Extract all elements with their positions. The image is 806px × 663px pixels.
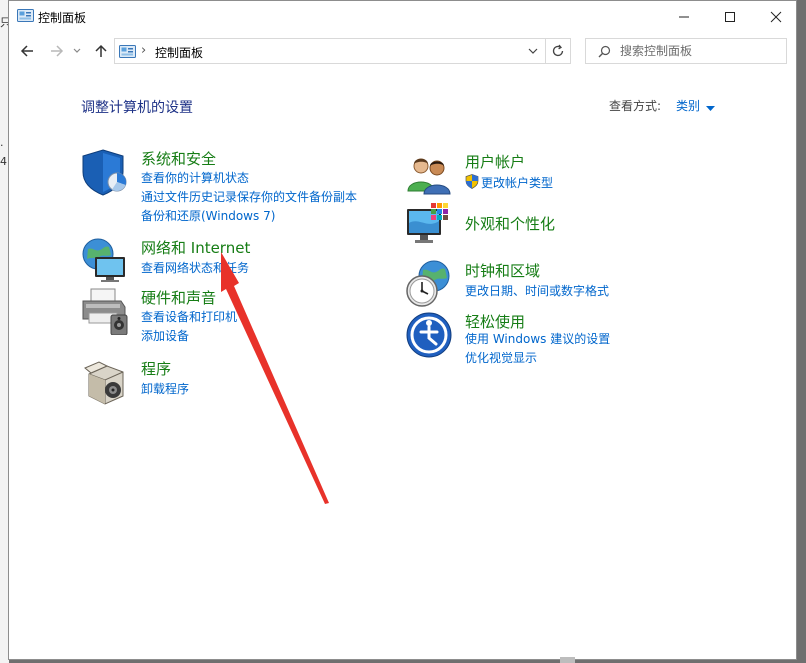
control-panel-icon <box>119 45 136 61</box>
chevron-down-icon <box>73 48 81 53</box>
minimize-button[interactable] <box>661 1 707 32</box>
clock-globe-icon[interactable] <box>405 260 455 310</box>
link-add-device[interactable]: 添加设备 <box>141 327 189 344</box>
shield-icon[interactable] <box>81 148 131 198</box>
chevron-down-icon[interactable] <box>706 101 715 115</box>
page-title: 调整计算机的设置 <box>81 100 193 116</box>
link-change-account-type[interactable]: 更改帐户类型 <box>481 174 553 191</box>
category-appearance: 外观和个性化 <box>405 201 725 253</box>
category-ease-of-access: 轻松使用 使用 Windows 建议的设置 优化视觉显示 <box>405 311 725 371</box>
breadcrumb-control-panel[interactable]: 控制面板 <box>155 44 203 61</box>
navigation-bar: › 控制面板 <box>9 32 796 70</box>
address-dropdown-button[interactable] <box>527 45 539 60</box>
category-hardware-sound: 硬件和声音 查看设备和打印机 添加设备 <box>81 287 401 347</box>
link-backup-restore[interactable]: 备份和还原(Windows 7) <box>141 207 275 224</box>
refresh-button[interactable] <box>545 38 571 64</box>
category-clock-region: 时钟和区域 更改日期、时间或数字格式 <box>405 260 725 307</box>
view-by-label: 查看方式: <box>609 99 662 113</box>
refresh-icon <box>552 44 564 57</box>
link-optimize-visual-display[interactable]: 优化视觉显示 <box>465 349 537 366</box>
category-programs: 程序 卸载程序 <box>81 358 401 405</box>
minimize-icon <box>679 16 689 17</box>
network-internet-title[interactable]: 网络和 Internet <box>141 237 250 258</box>
chevron-down-icon <box>528 48 538 54</box>
maximize-button[interactable] <box>707 1 753 32</box>
link-windows-suggested-settings[interactable]: 使用 Windows 建议的设置 <box>465 330 610 347</box>
hardware-sound-title[interactable]: 硬件和声音 <box>141 287 216 308</box>
back-arrow-icon <box>20 45 33 57</box>
forward-arrow-icon <box>51 45 64 57</box>
title-bar[interactable]: 控制面板 <box>9 1 796 32</box>
ease-of-access-title[interactable]: 轻松使用 <box>465 311 525 332</box>
uac-shield-icon <box>465 174 479 192</box>
view-by-dropdown[interactable]: 类别 <box>676 97 700 114</box>
link-file-history-backup[interactable]: 通过文件历史记录保存你的文件备份副本 <box>141 188 357 205</box>
link-devices-printers[interactable]: 查看设备和打印机 <box>141 308 237 325</box>
control-panel-icon <box>17 9 34 22</box>
recent-locations-button[interactable] <box>71 41 83 61</box>
category-user-accounts: 用户帐户 更改帐户类型 <box>405 151 725 195</box>
window-title: 控制面板 <box>38 11 87 25</box>
back-button[interactable] <box>17 41 37 61</box>
clock-region-title[interactable]: 时钟和区域 <box>465 260 540 281</box>
link-change-date-time-format[interactable]: 更改日期、时间或数字格式 <box>465 282 609 299</box>
link-uninstall-program[interactable]: 卸载程序 <box>141 380 189 397</box>
search-input[interactable] <box>620 42 780 60</box>
breadcrumb-separator-icon[interactable]: › <box>141 43 146 58</box>
close-button[interactable] <box>753 1 799 32</box>
address-bar[interactable]: › 控制面板 <box>114 38 546 64</box>
user-accounts-title[interactable]: 用户帐户 <box>465 151 525 172</box>
users-icon[interactable] <box>405 151 455 201</box>
maximize-icon <box>725 11 735 22</box>
category-network-internet: 网络和 Internet 查看网络状态和任务 <box>81 237 401 282</box>
search-box[interactable] <box>585 38 787 64</box>
close-icon <box>770 11 782 22</box>
display-palette-icon[interactable] <box>405 201 455 251</box>
up-button[interactable] <box>91 41 111 61</box>
control-panel-window: 控制面板 › 控制面板 搜索控制面板 调整计算机的设置 查看方式: 类别 系统和… <box>8 0 797 660</box>
forward-button[interactable] <box>47 41 67 61</box>
programs-title[interactable]: 程序 <box>141 358 171 379</box>
link-network-status[interactable]: 查看网络状态和任务 <box>141 259 249 276</box>
ease-of-access-icon[interactable] <box>405 311 455 361</box>
system-security-title[interactable]: 系统和安全 <box>141 148 216 169</box>
programs-box-icon[interactable] <box>81 358 131 408</box>
link-view-computer-status[interactable]: 查看你的计算机状态 <box>141 169 249 186</box>
search-icon <box>598 45 611 61</box>
appearance-title[interactable]: 外观和个性化 <box>465 213 555 234</box>
printer-icon[interactable] <box>81 287 131 337</box>
background-scrollbar <box>560 657 575 663</box>
up-arrow-icon <box>95 44 107 57</box>
globe-monitor-icon[interactable] <box>81 237 131 287</box>
category-system-security: 系统和安全 查看你的计算机状态 通过文件历史记录保存你的文件备份副本 备份和还原… <box>81 148 401 228</box>
